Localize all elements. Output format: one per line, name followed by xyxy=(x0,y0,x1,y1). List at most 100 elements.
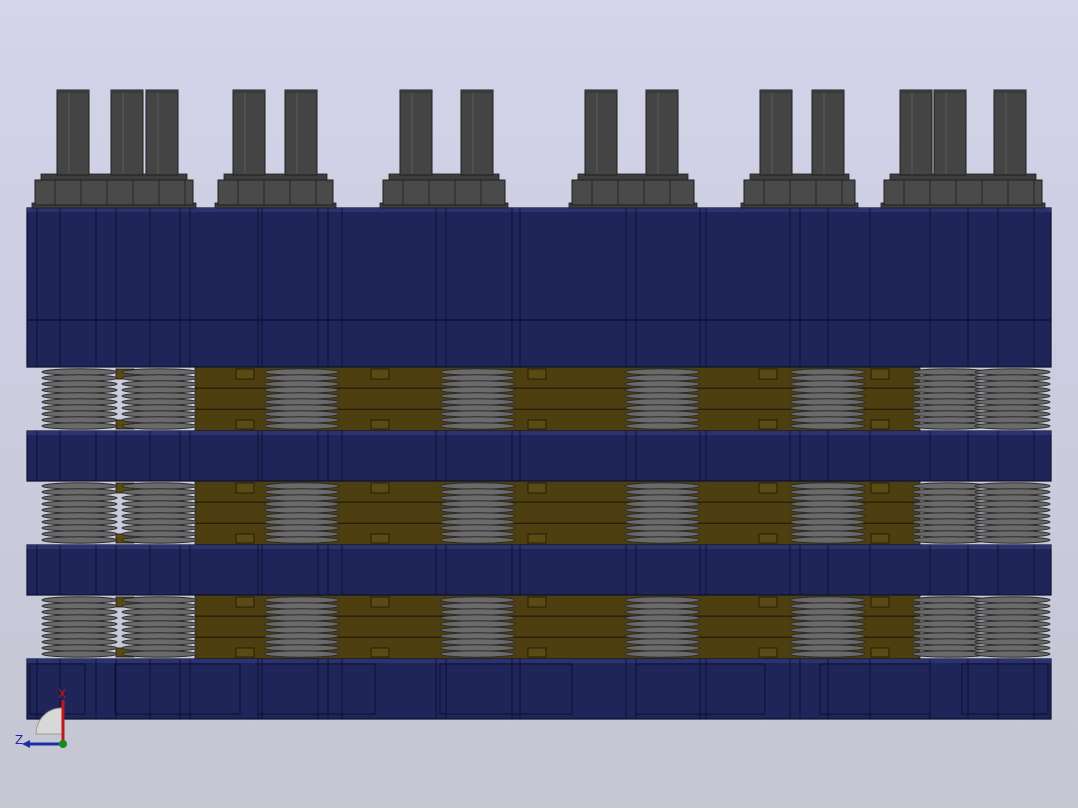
spring-coil xyxy=(121,530,198,538)
cushion-nut xyxy=(370,482,390,494)
spring-coil xyxy=(439,482,516,490)
spring-coil xyxy=(789,518,866,526)
spring-coil xyxy=(121,608,198,616)
spring-coil xyxy=(121,614,198,622)
spring-coil xyxy=(121,416,198,424)
spring-coil xyxy=(121,596,198,604)
cushion-nut xyxy=(870,647,890,658)
bolt-cap xyxy=(900,90,932,93)
spring-coil xyxy=(263,410,340,418)
cushion-nut xyxy=(870,596,890,608)
spring-coil xyxy=(624,488,701,496)
spring-coil xyxy=(624,596,701,604)
spring-coil xyxy=(263,368,340,376)
spring-stack-assembly-model[interactable] xyxy=(0,0,1078,808)
spring-coil xyxy=(263,494,340,502)
spring-coil xyxy=(974,512,1051,520)
cushion-nut xyxy=(758,647,778,658)
plate-body xyxy=(26,544,1052,596)
spring-coil xyxy=(624,422,701,430)
spring-coil xyxy=(974,536,1051,544)
spring-coil xyxy=(439,506,516,514)
spring-coil xyxy=(974,500,1051,508)
cushion-nut xyxy=(758,596,778,608)
spring-coil xyxy=(624,410,701,418)
spring-coil xyxy=(41,626,118,634)
spring-coil xyxy=(789,410,866,418)
spring-coil xyxy=(789,488,866,496)
spring-coil xyxy=(263,614,340,622)
plate-highlight xyxy=(27,431,1051,435)
spring-coil xyxy=(41,614,118,622)
spring-coil xyxy=(263,602,340,610)
spring-coil xyxy=(439,410,516,418)
spring-coil xyxy=(439,602,516,610)
bolt-cap xyxy=(646,90,678,93)
spring-coil xyxy=(789,368,866,376)
cushion-nut xyxy=(370,596,390,608)
spring-coil xyxy=(624,536,701,544)
spring-coil xyxy=(789,416,866,424)
spring-coil xyxy=(41,620,118,628)
bolt-group-6 xyxy=(880,89,1046,209)
cad-viewport[interactable]: X Z xyxy=(0,0,1078,808)
spring-coil xyxy=(263,524,340,532)
bolt-shaft xyxy=(811,89,845,176)
spring-coil xyxy=(624,404,701,412)
spring-coil xyxy=(974,368,1051,376)
bolt-cap xyxy=(233,90,265,93)
spring-coil xyxy=(41,488,118,496)
spring-coil xyxy=(121,536,198,544)
spring-coil xyxy=(41,608,118,616)
bolt-shaft xyxy=(993,89,1027,176)
plate-3 xyxy=(26,544,1052,596)
spring-coil xyxy=(624,482,701,490)
spring-coil xyxy=(41,500,118,508)
bolt-cap xyxy=(760,90,792,93)
cushion-nut xyxy=(758,533,778,544)
spring-coil xyxy=(439,608,516,616)
cushion-nut xyxy=(758,419,778,430)
spring-coil xyxy=(439,638,516,646)
cushion-nut xyxy=(758,482,778,494)
plate-body xyxy=(26,658,1052,720)
spring-layer-3 xyxy=(41,594,1051,660)
spring-coil xyxy=(974,596,1051,604)
spring-coil xyxy=(263,404,340,412)
spring-coil xyxy=(263,500,340,508)
spring-coil xyxy=(624,500,701,508)
cushion-nut xyxy=(235,368,255,380)
spring-coil xyxy=(121,368,198,376)
spring-coil xyxy=(439,620,516,628)
bolt-shaft xyxy=(110,89,144,176)
spring-coil xyxy=(439,368,516,376)
spring-coil xyxy=(974,410,1051,418)
spring-coil xyxy=(41,398,118,406)
spring-coil xyxy=(41,536,118,544)
spring-coil xyxy=(624,650,701,658)
spring-coil xyxy=(439,404,516,412)
spring-coil xyxy=(121,386,198,394)
spring-coil xyxy=(624,398,701,406)
bolt-shaft xyxy=(145,89,179,176)
spring-coil xyxy=(41,410,118,418)
spring-coil xyxy=(624,494,701,502)
spring-coil xyxy=(789,644,866,652)
spring-coil xyxy=(439,494,516,502)
spring-coil xyxy=(121,482,198,490)
spring-coil xyxy=(263,518,340,526)
spring-coil xyxy=(41,380,118,388)
bolt-group-1 xyxy=(31,89,197,209)
spring-coil xyxy=(624,392,701,400)
spring-coil xyxy=(121,494,198,502)
spring-coil xyxy=(624,632,701,640)
spring-coil xyxy=(121,398,198,406)
bolt-shaft xyxy=(399,89,433,176)
spring-coil xyxy=(974,494,1051,502)
spring-coil xyxy=(624,416,701,424)
spring-coil xyxy=(789,398,866,406)
spring-coil xyxy=(263,536,340,544)
spring-coil xyxy=(624,506,701,514)
spring-coil xyxy=(789,536,866,544)
spring-coil xyxy=(974,488,1051,496)
